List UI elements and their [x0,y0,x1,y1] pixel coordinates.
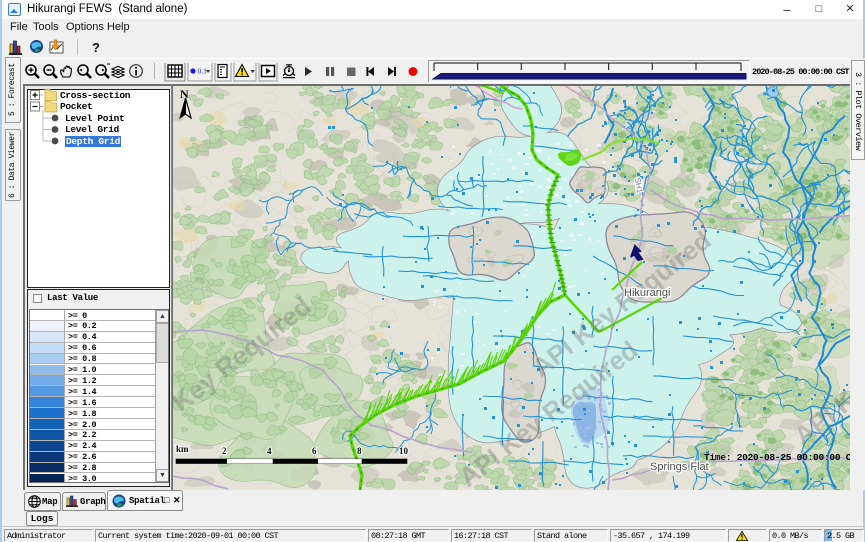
svg-text:6: 6 [312,446,317,456]
svg-text:0.1: 0.1 [198,67,208,76]
svg-text:4: 4 [267,446,272,456]
svg-text:?: ? [92,40,100,55]
svg-text:10: 10 [399,446,409,456]
svg-text:2: 2 [222,446,227,456]
svg-text:8: 8 [357,446,362,456]
svg-text:Hikurangi: Hikurangi [624,287,670,299]
svg-text:Time: 2020-08-25 00:00:00 CST: Time: 2020-08-25 00:00:00 CST [704,452,850,463]
svg-text:Springs Flat: Springs Flat [650,461,709,473]
svg-text:km: km [176,444,189,454]
svg-text:N: N [180,87,189,101]
